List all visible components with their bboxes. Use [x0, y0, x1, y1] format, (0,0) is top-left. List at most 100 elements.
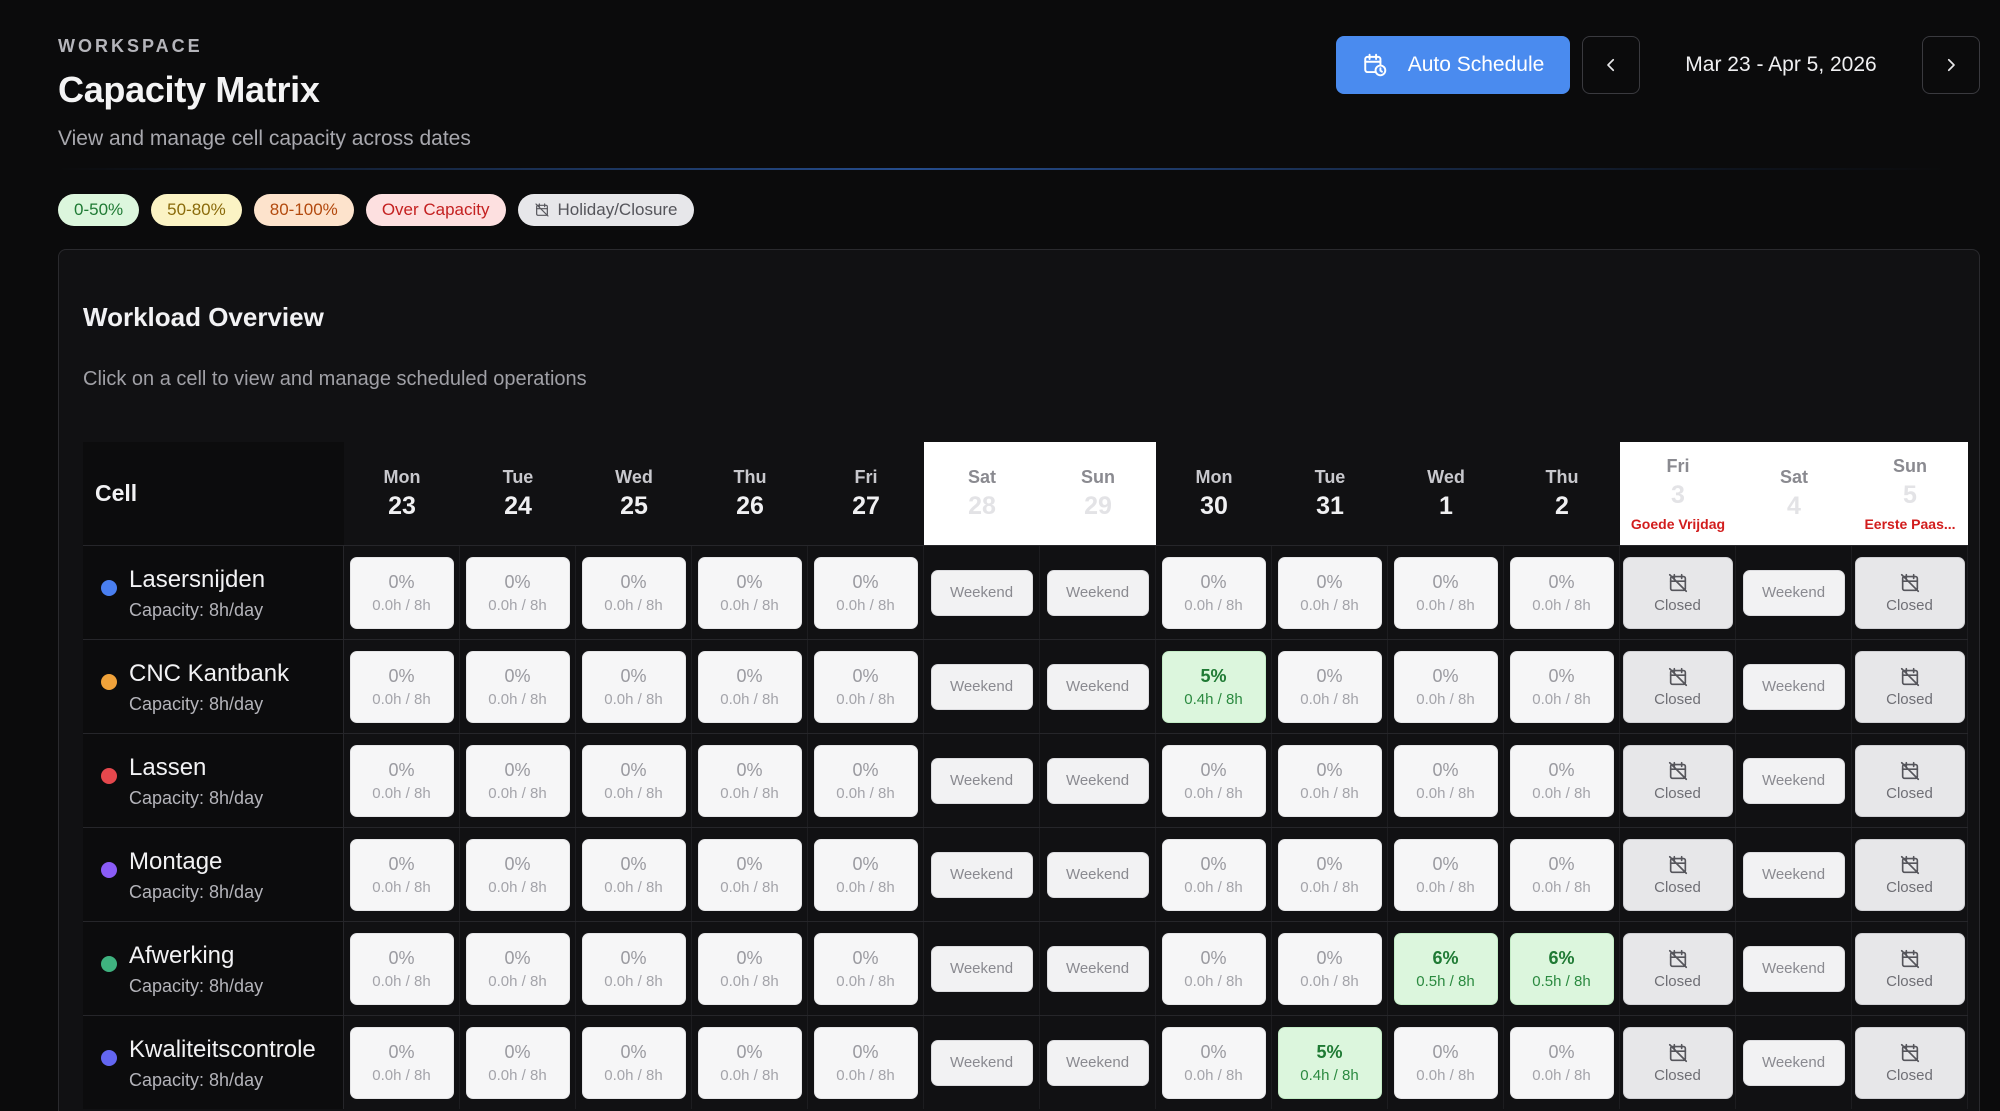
capacity-hours: 0.0h / 8h: [1184, 784, 1243, 802]
matrix-row: Kwaliteitscontrole Capacity: 8h/day 0% 0.0h…: [83, 1015, 1968, 1109]
capacity-slot: Closed: [1852, 734, 1968, 827]
previous-range-button[interactable]: [1582, 36, 1640, 94]
capacity-cell[interactable]: 0% 0.0h / 8h: [1161, 556, 1266, 629]
capacity-slot: 0% 0.0h / 8h: [808, 546, 924, 639]
day-number: 23: [388, 491, 416, 520]
capacity-cell[interactable]: 0% 0.0h / 8h: [697, 932, 802, 1005]
closed-day-cell[interactable]: Closed: [1622, 744, 1733, 817]
day-number: 31: [1316, 491, 1344, 520]
capacity-cell[interactable]: 0% 0.0h / 8h: [581, 1026, 686, 1099]
capacity-percent: 0%: [852, 853, 879, 874]
closed-day-cell[interactable]: Closed: [1854, 744, 1965, 817]
capacity-cell[interactable]: 0% 0.0h / 8h: [465, 650, 570, 723]
capacity-cell[interactable]: 0% 0.0h / 8h: [1277, 650, 1382, 723]
capacity-cell[interactable]: 0% 0.0h / 8h: [1161, 838, 1266, 911]
capacity-cell[interactable]: 5% 0.4h / 8h: [1161, 650, 1266, 723]
capacity-cell[interactable]: 0% 0.0h / 8h: [349, 650, 454, 723]
page-title: Capacity Matrix: [58, 69, 320, 110]
closed-day-cell[interactable]: Closed: [1854, 838, 1965, 911]
capacity-cell[interactable]: 0% 0.0h / 8h: [581, 932, 686, 1005]
day-number: 30: [1200, 491, 1228, 520]
closed-day-cell[interactable]: Closed: [1854, 932, 1965, 1005]
capacity-cell[interactable]: 0% 0.0h / 8h: [1509, 744, 1614, 817]
weekend-badge: Weekend: [930, 945, 1033, 992]
capacity-cell[interactable]: 0% 0.0h / 8h: [813, 1026, 918, 1099]
capacity-hours: 0.0h / 8h: [1300, 690, 1359, 708]
capacity-cell[interactable]: 0% 0.0h / 8h: [465, 932, 570, 1005]
capacity-hours: 0.0h / 8h: [372, 596, 431, 614]
capacity-cell[interactable]: 0% 0.0h / 8h: [465, 744, 570, 817]
capacity-cell[interactable]: 0% 0.0h / 8h: [581, 838, 686, 911]
capacity-cell[interactable]: 0% 0.0h / 8h: [697, 838, 802, 911]
capacity-cell[interactable]: 0% 0.0h / 8h: [465, 556, 570, 629]
capacity-percent: 0%: [1432, 759, 1459, 780]
capacity-cell[interactable]: 0% 0.0h / 8h: [1509, 556, 1614, 629]
capacity-cell[interactable]: 0% 0.0h / 8h: [813, 556, 918, 629]
capacity-cell[interactable]: 0% 0.0h / 8h: [1393, 556, 1498, 629]
capacity-cell[interactable]: 0% 0.0h / 8h: [581, 650, 686, 723]
capacity-cell[interactable]: 0% 0.0h / 8h: [1509, 838, 1614, 911]
closed-day-cell[interactable]: Closed: [1622, 1026, 1733, 1099]
capacity-slot: Weekend: [1040, 922, 1156, 1015]
capacity-cell[interactable]: 0% 0.0h / 8h: [349, 1026, 454, 1099]
weekend-badge: Weekend: [930, 851, 1033, 898]
capacity-slot: 6% 0.5h / 8h: [1388, 922, 1504, 1015]
capacity-cell[interactable]: 0% 0.0h / 8h: [349, 838, 454, 911]
capacity-cell[interactable]: 0% 0.0h / 8h: [1277, 932, 1382, 1005]
capacity-percent: 0%: [1548, 1041, 1575, 1062]
closed-day-cell[interactable]: Closed: [1622, 556, 1733, 629]
closed-day-cell[interactable]: Closed: [1622, 838, 1733, 911]
capacity-cell[interactable]: 0% 0.0h / 8h: [813, 932, 918, 1005]
capacity-cell[interactable]: 6% 0.5h / 8h: [1509, 932, 1614, 1005]
capacity-cell[interactable]: 0% 0.0h / 8h: [697, 1026, 802, 1099]
closed-day-cell[interactable]: Closed: [1854, 650, 1965, 723]
day-number: 2: [1555, 491, 1569, 520]
day-name: Mon: [383, 466, 421, 487]
next-range-button[interactable]: [1922, 36, 1980, 94]
capacity-percent: 0%: [1316, 571, 1343, 592]
capacity-cell[interactable]: 0% 0.0h / 8h: [813, 650, 918, 723]
capacity-cell[interactable]: 0% 0.0h / 8h: [813, 838, 918, 911]
capacity-cell[interactable]: 0% 0.0h / 8h: [697, 556, 802, 629]
day-name: Mon: [1195, 466, 1233, 487]
capacity-cell[interactable]: 0% 0.0h / 8h: [465, 838, 570, 911]
capacity-cell[interactable]: 0% 0.0h / 8h: [1393, 744, 1498, 817]
matrix-header-row: Cell Mon 23 Tue 24 Wed 25 Thu 26 Fri 27 Sat 28 Sun 29…: [83, 442, 1968, 545]
capacity-cell[interactable]: 0% 0.0h / 8h: [581, 556, 686, 629]
capacity-cell[interactable]: 5% 0.4h / 8h: [1277, 1026, 1382, 1099]
capacity-hours: 0.0h / 8h: [1300, 878, 1359, 896]
capacity-slot: Closed: [1852, 640, 1968, 733]
capacity-slot: 0% 0.0h / 8h: [344, 828, 460, 921]
capacity-cell[interactable]: 6% 0.5h / 8h: [1393, 932, 1498, 1005]
capacity-hours: 0.0h / 8h: [604, 784, 663, 802]
capacity-cell[interactable]: 0% 0.0h / 8h: [1509, 650, 1614, 723]
capacity-cell[interactable]: 0% 0.0h / 8h: [1393, 650, 1498, 723]
capacity-cell[interactable]: 0% 0.0h / 8h: [813, 744, 918, 817]
closed-label: Closed: [1654, 596, 1701, 614]
capacity-cell[interactable]: 0% 0.0h / 8h: [1393, 1026, 1498, 1099]
capacity-slot: 0% 0.0h / 8h: [460, 546, 576, 639]
closed-day-cell[interactable]: Closed: [1854, 556, 1965, 629]
closed-day-cell[interactable]: Closed: [1622, 932, 1733, 1005]
closed-day-cell[interactable]: Closed: [1854, 1026, 1965, 1099]
capacity-cell[interactable]: 0% 0.0h / 8h: [1277, 838, 1382, 911]
capacity-cell[interactable]: 0% 0.0h / 8h: [581, 744, 686, 817]
closed-day-cell[interactable]: Closed: [1622, 650, 1733, 723]
auto-schedule-button[interactable]: Auto Schedule: [1336, 36, 1570, 94]
capacity-hours: 0.0h / 8h: [720, 1066, 779, 1084]
capacity-cell[interactable]: 0% 0.0h / 8h: [1161, 1026, 1266, 1099]
capacity-cell[interactable]: 0% 0.0h / 8h: [349, 744, 454, 817]
capacity-cell[interactable]: 0% 0.0h / 8h: [1277, 556, 1382, 629]
capacity-cell[interactable]: 0% 0.0h / 8h: [349, 556, 454, 629]
capacity-cell[interactable]: 0% 0.0h / 8h: [465, 1026, 570, 1099]
capacity-cell[interactable]: 0% 0.0h / 8h: [349, 932, 454, 1005]
capacity-cell[interactable]: 0% 0.0h / 8h: [1509, 1026, 1614, 1099]
capacity-cell[interactable]: 0% 0.0h / 8h: [1161, 744, 1266, 817]
capacity-cell[interactable]: 0% 0.0h / 8h: [697, 744, 802, 817]
capacity-cell[interactable]: 0% 0.0h / 8h: [1393, 838, 1498, 911]
capacity-cell[interactable]: 0% 0.0h / 8h: [697, 650, 802, 723]
capacity-cell[interactable]: 0% 0.0h / 8h: [1277, 744, 1382, 817]
capacity-cell[interactable]: 0% 0.0h / 8h: [1161, 932, 1266, 1005]
capacity-hours: 0.0h / 8h: [836, 784, 895, 802]
capacity-slot: Closed: [1620, 922, 1736, 1015]
